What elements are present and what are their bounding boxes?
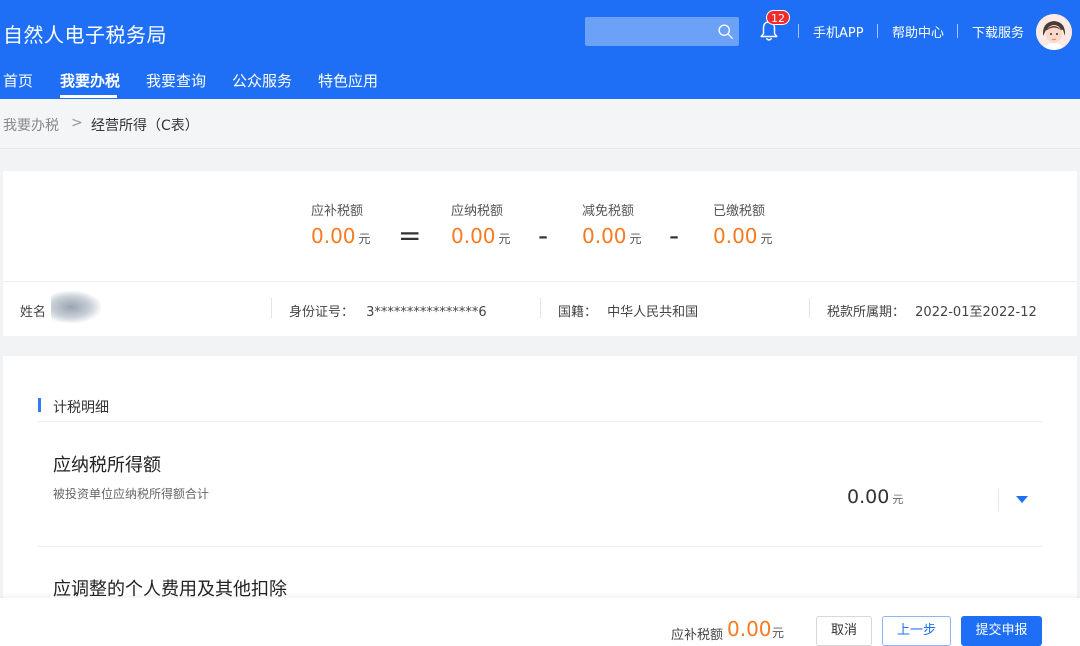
tax-payable-balance-label: 应补税额 bbox=[311, 204, 364, 219]
id-number-value: 3****************6 bbox=[366, 305, 487, 320]
tax-payable-label: 应纳税额 bbox=[451, 204, 504, 219]
top-header: 自然人电子税务局 12 手机APP 帮助中心 下载服务 首页 我要办税 我要查询 bbox=[0, 0, 1080, 99]
name-blurred-value bbox=[51, 291, 101, 323]
tax-reduction: 减免税额 0.00 元 bbox=[582, 200, 642, 248]
tax-payable-value: 0.00 bbox=[451, 224, 496, 248]
currency-unit: 元 bbox=[498, 232, 511, 246]
taxable-income-amount: 0.00 元 bbox=[847, 486, 903, 508]
currency-unit: 元 bbox=[892, 493, 904, 506]
notification-badge: 12 bbox=[766, 10, 790, 25]
nav-item-tax-handling[interactable]: 我要办税 bbox=[60, 70, 120, 91]
nationality: 国籍： 中华人民共和国 bbox=[558, 301, 698, 320]
id-number-label: 身份证号： bbox=[289, 305, 355, 320]
currency-unit: 元 bbox=[358, 232, 371, 246]
divider bbox=[38, 546, 1042, 547]
footer-tax-label: 应补税额 bbox=[671, 628, 724, 643]
nav-item-home[interactable]: 首页 bbox=[3, 70, 33, 91]
cancel-button[interactable]: 取消 bbox=[816, 616, 872, 646]
nationality-value: 中华人民共和国 bbox=[607, 305, 699, 320]
nationality-label: 国籍： bbox=[558, 305, 598, 320]
user-avatar[interactable] bbox=[1036, 14, 1072, 50]
tax-period-value: 2022-01至2022-12 bbox=[915, 305, 1037, 320]
currency-unit: 元 bbox=[772, 626, 785, 640]
header-divider bbox=[957, 24, 958, 38]
minus-operator: - bbox=[669, 219, 680, 252]
breadcrumb-link-tax-handling[interactable]: 我要办税 bbox=[3, 115, 59, 135]
site-title[interactable]: 自然人电子税务局 bbox=[3, 19, 167, 48]
tax-paid-label: 已缴税额 bbox=[713, 204, 766, 219]
tax-detail-card: 计税明细 应纳税所得额 被投资单位应纳税所得额合计 0.00 元 应调整的个人费用… bbox=[3, 356, 1077, 606]
header-divider bbox=[798, 24, 799, 38]
id-number: 身份证号： 3****************6 bbox=[289, 301, 487, 320]
tax-period-label: 税款所属期： bbox=[827, 305, 906, 320]
row-divider bbox=[998, 489, 999, 511]
divider bbox=[38, 421, 1042, 422]
equals-operator: = bbox=[398, 219, 422, 252]
header-link-download[interactable]: 下载服务 bbox=[972, 22, 1024, 41]
footer-tax-value: 0.00 bbox=[727, 617, 772, 641]
action-footer: 应补税额 0.00 元 取消 上一步 提交申报 bbox=[0, 598, 1080, 646]
nav-item-public-service[interactable]: 公众服务 bbox=[232, 70, 292, 91]
currency-unit: 元 bbox=[629, 232, 642, 246]
nav-active-indicator bbox=[60, 95, 117, 98]
info-divider bbox=[809, 298, 810, 318]
submit-declaration-button[interactable]: 提交申报 bbox=[961, 616, 1042, 646]
previous-step-button[interactable]: 上一步 bbox=[882, 616, 951, 646]
header-divider bbox=[877, 24, 878, 38]
tax-paid-value: 0.00 bbox=[713, 224, 758, 248]
minus-operator: - bbox=[538, 219, 549, 252]
currency-unit: 元 bbox=[760, 232, 773, 246]
taxable-income-value: 0.00 bbox=[847, 486, 890, 508]
breadcrumb-current: 经营所得（C表） bbox=[91, 118, 199, 134]
breadcrumb: 我要办税 > 经营所得（C表） bbox=[0, 99, 1080, 149]
tax-payable-balance: 应补税额 0.00 元 bbox=[311, 200, 371, 248]
section-accent-bar bbox=[38, 398, 41, 412]
expand-caret-icon[interactable] bbox=[1016, 496, 1028, 503]
tax-reduction-label: 减免税额 bbox=[582, 204, 635, 219]
tax-reduction-value: 0.00 bbox=[582, 224, 627, 248]
tax-paid: 已缴税额 0.00 元 bbox=[713, 200, 773, 248]
nav-item-special-apps[interactable]: 特色应用 bbox=[318, 70, 378, 91]
search-icon[interactable] bbox=[717, 23, 734, 40]
taxable-income-title: 应纳税所得额 bbox=[53, 455, 161, 476]
nav-item-query[interactable]: 我要查询 bbox=[146, 70, 206, 91]
header-link-mobile-app[interactable]: 手机APP bbox=[813, 22, 864, 41]
search-input[interactable] bbox=[585, 17, 739, 46]
breadcrumb-chevron-icon: > bbox=[71, 115, 83, 131]
taxable-income-subtitle: 被投资单位应纳税所得额合计 bbox=[53, 487, 210, 501]
tax-summary-card: 应补税额 0.00 元 = 应纳税额 0.00 元 - 减免税额 0.00 元 - 已… bbox=[3, 171, 1077, 336]
info-divider bbox=[540, 298, 541, 318]
name-label: 姓名 bbox=[20, 305, 47, 320]
tax-payable-balance-value: 0.00 bbox=[311, 224, 356, 248]
user-avatar-icon bbox=[1036, 14, 1072, 50]
info-divider bbox=[271, 298, 272, 318]
tax-payable: 应纳税额 0.00 元 bbox=[451, 200, 511, 248]
header-link-help-center[interactable]: 帮助中心 bbox=[892, 22, 944, 41]
divider bbox=[3, 281, 1077, 282]
section-title: 计税明细 bbox=[53, 400, 109, 416]
tax-period: 税款所属期： 2022-01至2022-12 bbox=[827, 301, 1037, 320]
